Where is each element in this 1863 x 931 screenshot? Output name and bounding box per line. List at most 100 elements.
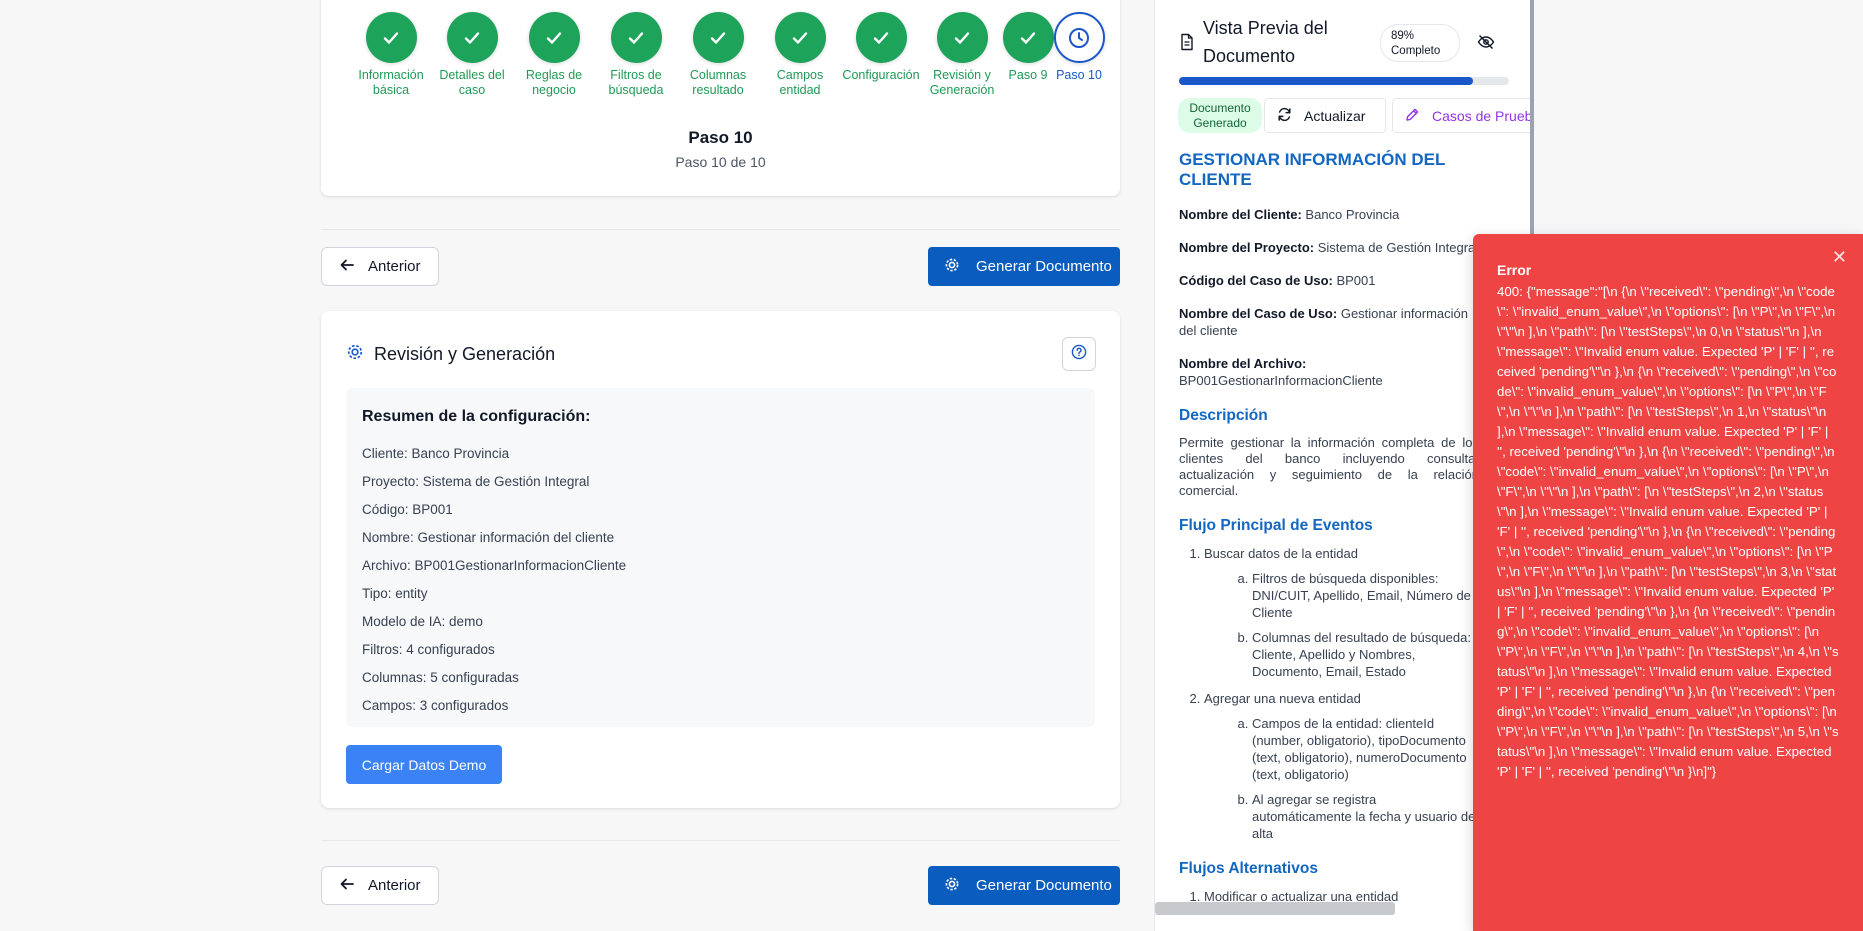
refresh-button[interactable]: Actualizar [1264, 98, 1386, 133]
check-icon [855, 12, 907, 63]
step-label: Campos entidad [776, 68, 824, 97]
check-icon [528, 12, 580, 63]
refresh-icon [1277, 107, 1292, 125]
description-text: Permite gestionar la información complet… [1179, 435, 1479, 498]
step-4[interactable]: Filtros de búsqueda [596, 12, 676, 98]
step-7[interactable]: Configuración [841, 12, 921, 83]
flow-substep: Campos de la entidad: clienteId (number,… [1252, 715, 1479, 783]
arrow-left-icon [340, 258, 354, 276]
previous-button-label: Anterior [368, 877, 421, 894]
summary-row: Campos: 3 configurados [362, 698, 509, 713]
alternative-flows-heading: Flujos Alternativos [1179, 860, 1318, 877]
summary-rows: Cliente: Banco Provincia Proyecto: Sistem… [362, 440, 1079, 720]
main-flow-heading: Flujo Principal de Eventos [1179, 517, 1373, 534]
document-content: GESTIONAR INFORMACIÓN DEL CLIENTE Nombre… [1179, 150, 1479, 915]
step-label: Filtros de búsqueda [608, 68, 664, 97]
clock-icon [1053, 12, 1105, 63]
gear-icon [944, 876, 960, 896]
previous-button[interactable]: Anterior [321, 247, 439, 286]
review-header: Revisión y Generación [346, 343, 555, 366]
configuration-summary: Resumen de la configuración: Cliente: Ba… [346, 388, 1095, 727]
field-label: Código del Caso de Uso: [1179, 273, 1333, 288]
check-icon [936, 12, 988, 63]
error-toast: ✕ Error 400: {"message":"[\n {\n \"recei… [1473, 234, 1863, 931]
gear-icon [346, 343, 364, 366]
summary-row: Código: BP001 [362, 502, 453, 517]
summary-row: Proyecto: Sistema de Gestión Integral [362, 474, 590, 489]
eye-off-icon[interactable] [1477, 33, 1495, 56]
summary-row: Modelo de IA: demo [362, 614, 483, 629]
flow-step-text: Agregar una nueva entidad [1204, 691, 1361, 706]
gear-icon [944, 257, 960, 277]
close-icon[interactable]: ✕ [1832, 247, 1847, 268]
test-cases-label: Casos de Prueba [1432, 107, 1533, 124]
flow-substep: Filtros de búsqueda disponibles: DNI/CUI… [1252, 570, 1479, 621]
review-title: Revisión y Generación [374, 344, 556, 364]
previous-button-bottom[interactable]: Anterior [321, 866, 439, 905]
help-button[interactable] [1062, 337, 1096, 371]
field-label: Nombre del Proyecto: [1179, 240, 1315, 255]
divider [321, 229, 1120, 230]
status-badge: Documento Generado [1178, 98, 1262, 133]
document-field: Nombre del Cliente: Banco Provincia [1179, 206, 1479, 223]
generate-document-label: Generar Documento [976, 877, 1112, 894]
summary-row: Tipo: entity [362, 586, 428, 601]
step-label: Paso 10 [1056, 68, 1102, 82]
summary-title: Resumen de la configuración: [362, 408, 591, 425]
test-cases-button[interactable]: Casos de Prueba [1392, 98, 1533, 133]
step-title: Paso 10 [688, 128, 753, 147]
step-5[interactable]: Columnas resultado [678, 12, 758, 98]
flow-step-text: Buscar datos de la entidad [1204, 546, 1358, 561]
summary-row: Archivo: BP001GestionarInformacionClient… [362, 558, 627, 573]
document-fields: Nombre del Cliente: Banco Provincia Nombr… [1179, 206, 1479, 389]
review-card: Revisión y Generación Resumen de la conf… [321, 311, 1120, 808]
check-icon [692, 12, 744, 63]
divider [321, 840, 1120, 841]
document-title: GESTIONAR INFORMACIÓN DEL CLIENTE [1179, 150, 1446, 189]
field-value: BP001GestionarInformacionCliente [1179, 373, 1383, 388]
description-heading: Descripción [1179, 407, 1268, 424]
toast-message: 400: {"message":"[\n {\n \"received\": \… [1497, 284, 1839, 779]
field-label: Nombre del Archivo: [1179, 356, 1307, 371]
document-field: Código del Caso de Uso: BP001 [1179, 272, 1479, 289]
generate-document-button[interactable]: Generar Documento [928, 247, 1120, 286]
step-label: Columnas resultado [689, 68, 747, 97]
document-field: Nombre del Archivo: BP001GestionarInform… [1179, 355, 1479, 389]
completion-progress-fill [1179, 77, 1473, 85]
check-icon [610, 12, 662, 63]
summary-row: Nombre: Gestionar información del client… [362, 530, 615, 545]
field-label: Nombre del Caso de Uso: [1179, 306, 1338, 321]
field-label: Nombre del Cliente: [1179, 207, 1302, 222]
preview-title: Vista Previa del Documento [1203, 18, 1328, 66]
step-1[interactable]: Información básica [351, 12, 431, 98]
step-subtitle: Paso 10 de 10 [675, 154, 766, 170]
arrow-left-icon [340, 877, 354, 895]
step-label: Detalles del caso [439, 68, 505, 97]
flow-step: Agregar una nueva entidad Campos de la en… [1204, 690, 1479, 842]
step-6[interactable]: Campos entidad [760, 12, 840, 98]
refresh-label: Actualizar [1304, 107, 1366, 124]
document-icon [1179, 33, 1195, 56]
step-3[interactable]: Reglas de negocio [514, 12, 594, 98]
horizontal-scrollbar[interactable] [1155, 902, 1395, 915]
step-2[interactable]: Detalles del caso [432, 12, 512, 98]
document-field: Nombre del Caso de Uso: Gestionar inform… [1179, 305, 1479, 339]
field-value: Banco Provincia [1305, 207, 1400, 222]
field-value: BP001 [1336, 273, 1376, 288]
check-icon [774, 12, 826, 63]
step-label: Información básica [358, 68, 424, 97]
stepper-card: Información básica Detalles del caso Regla… [321, 0, 1120, 196]
field-value: Sistema de Gestión Integral [1317, 240, 1479, 255]
check-icon [446, 12, 498, 63]
previous-button-label: Anterior [368, 258, 421, 275]
help-icon [1071, 344, 1087, 365]
flow-step: Buscar datos de la entidad Filtros de bús… [1204, 545, 1479, 680]
completion-badge: 89% Completo [1380, 24, 1460, 62]
toast-title: Error [1497, 262, 1532, 278]
step-10[interactable]: Paso 10 [1039, 12, 1119, 83]
generate-document-button-bottom[interactable]: Generar Documento [928, 866, 1120, 905]
vertical-scrollbar[interactable] [1530, 0, 1534, 240]
main-flow-list: Buscar datos de la entidad Filtros de bús… [1179, 545, 1479, 842]
flow-substep: Columnas del resultado de búsqueda: Clie… [1252, 629, 1479, 680]
load-demo-data-button[interactable]: Cargar Datos Demo [346, 745, 502, 784]
